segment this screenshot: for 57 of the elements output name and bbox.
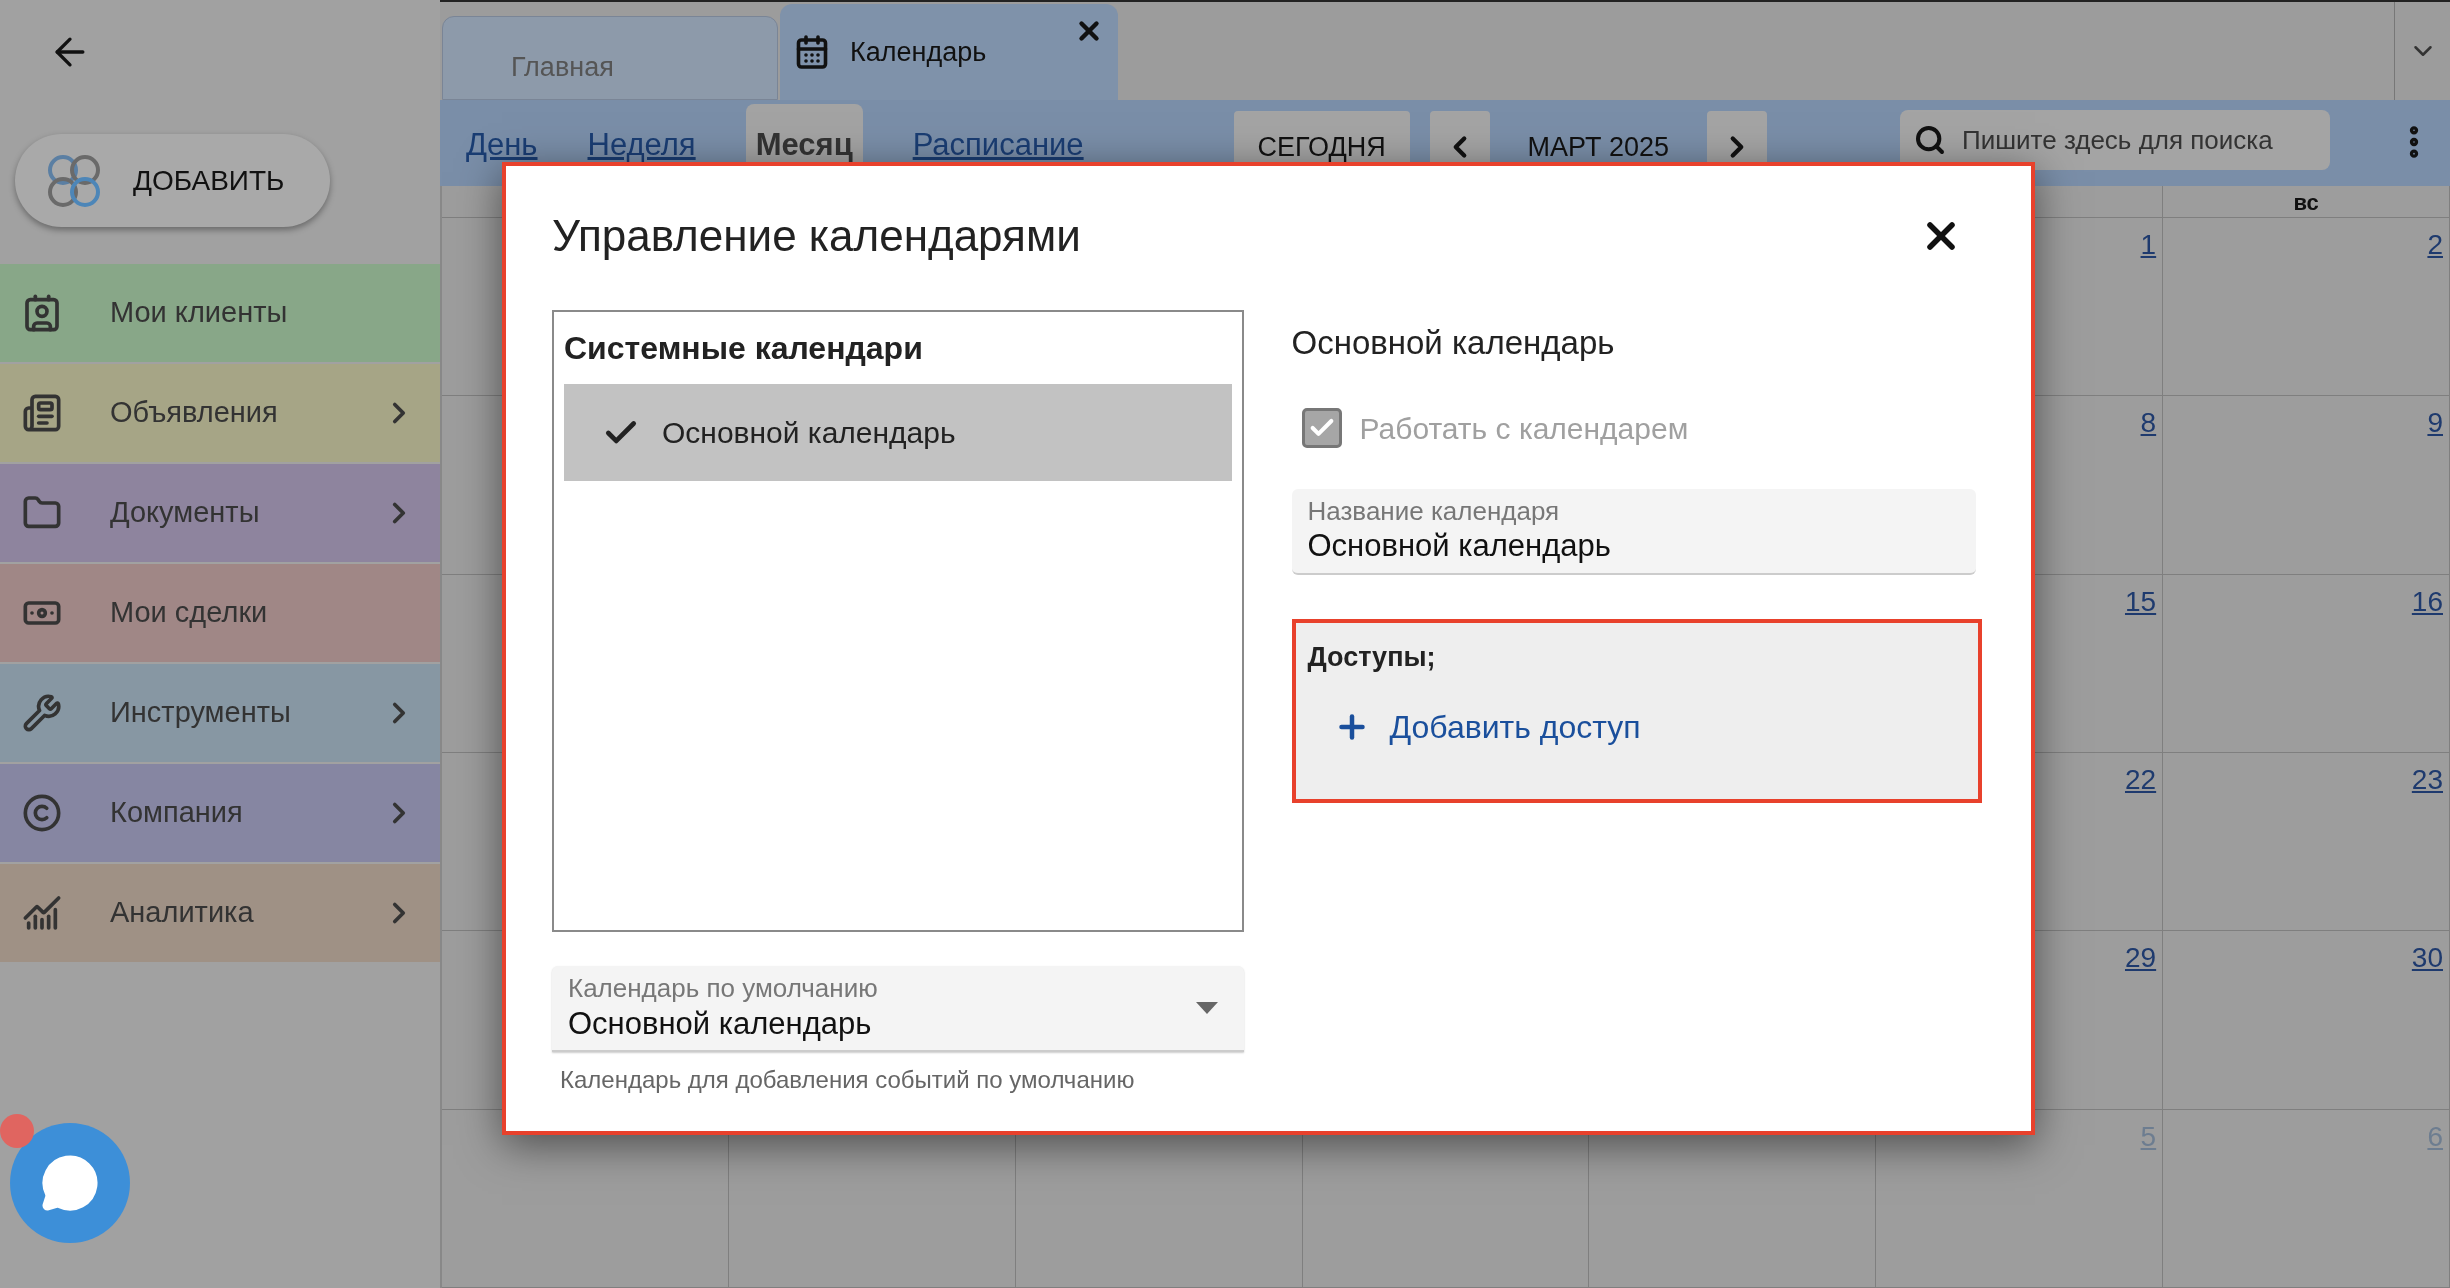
calendar-list-item[interactable]: Основной календарь <box>564 384 1232 481</box>
day-number[interactable]: 30 <box>2411 937 2443 980</box>
calendar-name-field[interactable]: Название календаря Основной календарь <box>1291 488 1976 575</box>
day-number[interactable]: 2 <box>2427 224 2443 266</box>
day-number[interactable]: 29 <box>2125 937 2157 980</box>
weekday-header: вс <box>2293 189 2319 217</box>
day-number[interactable]: 9 <box>2427 402 2443 445</box>
select-value: Основной календарь <box>568 1004 873 1043</box>
sidebar-item[interactable]: Мои клиенты <box>0 264 440 362</box>
sidebar-item[interactable]: Мои сделки <box>0 564 440 662</box>
search-input[interactable]: Пишите здесь для поиска <box>1962 120 2312 160</box>
sidebar-item-label: Документы <box>110 495 260 531</box>
add-button[interactable]: ДОБАВИТЬ <box>15 134 330 227</box>
list-title: Системные календари <box>564 329 924 368</box>
sidebar-item-label: Инструменты <box>110 695 291 731</box>
tab[interactable]: Главная <box>442 16 778 100</box>
day-number[interactable]: 23 <box>2411 759 2443 801</box>
select-label: Календарь по умолчанию <box>568 972 878 1005</box>
day-number[interactable]: 22 <box>2125 759 2157 801</box>
tab[interactable]: Календарь <box>780 4 1118 100</box>
calendar-title: Основной календарь <box>1291 323 1616 363</box>
wrench-icon <box>22 693 62 733</box>
period-label: МАРТ 2025 <box>1526 130 1670 164</box>
day-number[interactable]: 16 <box>2411 580 2443 623</box>
sidebar-item-label: Мои клиенты <box>110 295 288 331</box>
contact-card-icon <box>22 293 62 333</box>
sidebar-item[interactable]: Объявления <box>0 364 440 462</box>
default-calendar-select[interactable]: Календарь по умолчанию Основной календарь <box>552 966 1244 1052</box>
calendar-name: Основной календарь <box>662 415 956 451</box>
tab-label: Календарь <box>850 35 987 69</box>
day-number[interactable]: 8 <box>2140 402 2157 445</box>
chart-icon <box>22 893 62 933</box>
day-number[interactable]: 1 <box>2140 224 2157 266</box>
checkbox-label: Работать с календарем <box>1359 410 1689 447</box>
day-number[interactable]: 15 <box>2125 580 2157 623</box>
sidebar-item-label: Объявления <box>110 395 278 431</box>
search-icon <box>1914 124 1946 156</box>
access-title: Доступы; <box>1307 640 1437 674</box>
sidebar-item-label: Аналитика <box>110 895 254 931</box>
sidebar-item-label: Компания <box>110 795 243 831</box>
add-access-link[interactable]: Добавить доступ <box>1333 703 1966 751</box>
tab-label: Главная <box>511 50 614 84</box>
field-label: Название календаря <box>1307 494 1561 528</box>
dropdown-caret-icon <box>1195 1002 1218 1014</box>
sidebar-item[interactable]: Аналитика <box>0 864 440 962</box>
helper-text: Календарь для добавления событий по умолчанию <box>560 1065 1136 1095</box>
search-field[interactable]: Пишите здесь для поиска <box>1900 110 2330 170</box>
field-value: Основной календарь <box>1307 527 1612 566</box>
newspaper-icon <box>22 393 62 433</box>
calendar-icon <box>794 34 830 70</box>
copyright-icon <box>22 793 62 833</box>
sidebar-item[interactable]: Инструменты <box>0 664 440 762</box>
sidebar-item[interactable]: Компания <box>0 764 440 862</box>
chat-bubble-icon <box>40 1153 100 1213</box>
sidebar-item[interactable]: Документы <box>0 464 440 562</box>
dialog-title: Управление календарями <box>552 214 1081 258</box>
sidebar-item-label: Мои сделки <box>110 595 268 631</box>
